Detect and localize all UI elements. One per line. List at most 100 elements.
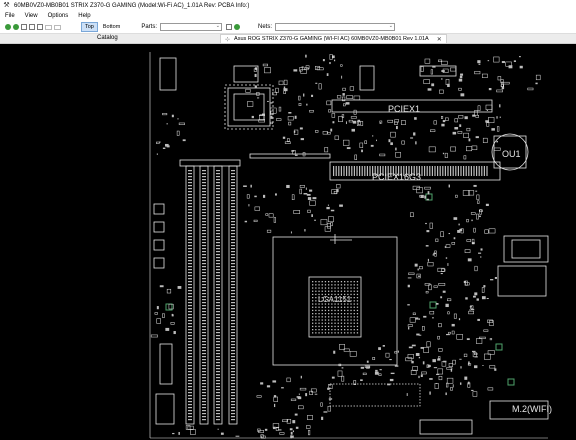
smd-pad — [473, 184, 477, 187]
parts-combo[interactable]: ⌄ — [159, 23, 222, 31]
dimm-pin — [188, 299, 192, 301]
smd-pad — [321, 416, 324, 420]
smd-pad — [314, 393, 318, 395]
smd-pad — [432, 317, 434, 319]
smd-component — [293, 210, 300, 214]
cpu-pad — [324, 281, 327, 283]
cpu-pad — [315, 281, 317, 283]
dimm-pin — [188, 200, 192, 202]
smd-pad — [452, 131, 457, 135]
cpu-pad — [334, 284, 336, 286]
cpu-pad — [337, 309, 339, 312]
menu-view[interactable]: View — [20, 13, 43, 19]
cpu-pad — [337, 284, 339, 286]
pcie-pin — [447, 166, 449, 176]
top-side-button[interactable]: Top — [81, 22, 98, 32]
parts-search-icon[interactable] — [225, 24, 232, 30]
smd-component — [156, 141, 160, 144]
board-view[interactable]: PCIEX1 PCIEX16G3 LGA1151 OU1 M.2(WIFI) — [0, 44, 576, 440]
dimm-pin — [216, 182, 220, 184]
redo-icon[interactable] — [54, 24, 61, 30]
cpu-pad — [331, 284, 333, 286]
nets-combo[interactable]: ⌄ — [275, 23, 395, 31]
smd-component — [429, 311, 435, 315]
zoom-out-icon[interactable] — [37, 24, 43, 30]
chevron-down-icon[interactable]: ⌄ — [389, 23, 393, 29]
smd-component — [438, 348, 443, 352]
smd-pad — [437, 358, 441, 361]
dimm-pin — [216, 203, 220, 205]
smd-component — [256, 395, 262, 398]
smd-pad — [491, 128, 495, 131]
dimm-pin — [231, 170, 235, 172]
smd-component — [162, 313, 165, 318]
smd-pad — [442, 152, 445, 155]
smd-pad — [433, 367, 438, 369]
dimm-pin — [231, 293, 235, 295]
pin-icon[interactable]: ⊹ — [225, 36, 230, 43]
smd-component — [447, 311, 450, 315]
dimm-pin — [216, 170, 220, 172]
dimm-pin — [188, 257, 192, 259]
smd-pad — [423, 315, 427, 318]
smd-component — [483, 329, 489, 332]
smd-component — [394, 121, 398, 125]
smd-component — [253, 219, 258, 222]
smd-pad — [254, 195, 257, 198]
cpu-pad — [315, 306, 317, 308]
smd-component — [424, 186, 431, 190]
dimm-pin — [188, 269, 192, 271]
forward-icon[interactable] — [13, 24, 19, 30]
dimm-pin — [231, 266, 235, 268]
dimm-pin — [188, 401, 192, 403]
document-tab[interactable]: ⊹ Asus ROG STRIX Z370-G GAMING (WI-FI AC… — [220, 34, 447, 43]
close-icon[interactable]: ✕ — [437, 36, 442, 43]
dimm-pin — [188, 308, 192, 310]
dimm-pin — [188, 188, 192, 190]
smd-pad — [459, 75, 463, 79]
smd-pad — [442, 290, 446, 293]
rear-io-block-2 — [497, 265, 547, 297]
smd-pad — [490, 279, 494, 281]
smd-pad — [235, 435, 240, 437]
menu-options[interactable]: Options — [43, 13, 74, 19]
cpu-pad — [321, 290, 323, 292]
cpu-pad — [312, 329, 314, 331]
undo-icon[interactable] — [45, 24, 52, 30]
cpu-pad — [347, 319, 349, 321]
smd-pad — [266, 385, 271, 388]
cpu-pad — [331, 306, 333, 308]
cpu-pad — [356, 329, 359, 331]
bottom-side-button[interactable]: Bottom — [100, 23, 123, 31]
dimm-pin — [202, 215, 206, 217]
cpu-pad — [321, 319, 323, 321]
dimm-pin — [216, 395, 220, 397]
smd-component — [372, 357, 376, 360]
pcie-pin — [346, 166, 348, 176]
smd-pad — [407, 284, 410, 288]
catalog-tab[interactable]: Catalog — [97, 35, 118, 41]
chevron-down-icon[interactable]: ⌄ — [216, 23, 220, 29]
zoom-fit-icon[interactable] — [29, 24, 35, 30]
cpu-pad — [334, 290, 336, 292]
menu-help[interactable]: Help — [73, 13, 95, 19]
dimm-pin — [188, 380, 192, 382]
smd-pad — [408, 346, 413, 349]
dimm-pin — [216, 206, 220, 208]
pcie-pin — [343, 166, 345, 176]
smd-pad — [366, 360, 369, 363]
smd-component — [190, 428, 196, 435]
zoom-in-icon[interactable] — [21, 24, 27, 30]
dimm-pin — [202, 242, 206, 244]
dimm-pin — [216, 299, 220, 301]
parts-go-icon[interactable] — [233, 24, 240, 30]
smd-component — [487, 319, 494, 323]
dimm-pin — [202, 206, 206, 208]
dimm-pin — [188, 236, 192, 238]
dimm-pin — [188, 212, 192, 214]
menu-file[interactable]: File — [0, 13, 20, 19]
back-icon[interactable] — [5, 24, 11, 30]
board-canvas[interactable]: PCIEX1 PCIEX16G3 LGA1151 OU1 M.2(WIFI) — [0, 44, 576, 440]
smd-component — [305, 65, 310, 69]
smd-component — [283, 79, 288, 86]
